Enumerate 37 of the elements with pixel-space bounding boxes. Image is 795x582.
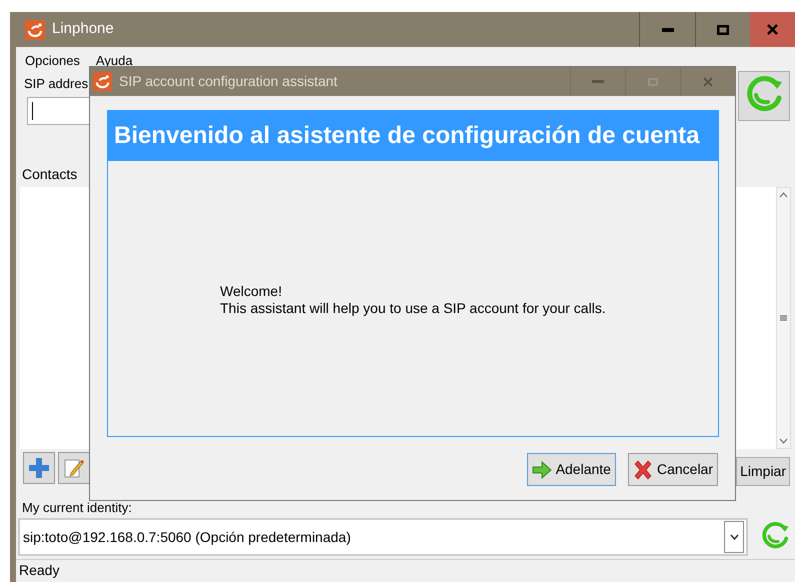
cross-icon [632, 460, 653, 480]
app-logo-icon [25, 20, 45, 40]
maximize-icon [648, 78, 658, 86]
welcome-text: Welcome! [220, 283, 283, 300]
cancel-button[interactable]: Cancelar [628, 453, 718, 486]
dialog-title: SIP account configuration assistant [119, 72, 338, 91]
menu-item[interactable]: Ayuda [96, 47, 133, 75]
next-button[interactable]: Adelante [526, 453, 616, 486]
dropdown-caret-icon [730, 534, 738, 540]
app-logo-icon [93, 72, 112, 91]
scroll-down-icon [779, 438, 788, 444]
scrollbar[interactable] [776, 187, 791, 449]
minimize-icon [592, 80, 604, 83]
identity-value: sip:toto@192.168.0.7:5060 (Opción predeterminada) [22, 528, 351, 547]
welcome-text: This assistant will help you to use a SIP account for your calls. [220, 300, 607, 317]
clear-button[interactable]: Limpiar [736, 457, 790, 486]
close-icon [703, 76, 713, 86]
scroll-grip-icon [780, 315, 787, 321]
window-title: Linphone [52, 19, 114, 40]
plus-icon [28, 457, 50, 479]
arrow-right-icon [532, 460, 552, 478]
scroll-up-icon [779, 192, 788, 198]
menu-item[interactable]: Opciones [25, 47, 80, 75]
add-contact-button[interactable] [23, 452, 55, 484]
identity-dropdown[interactable]: sip:toto@192.168.0.7:5060 (Opción predeterminada) [18, 518, 748, 556]
close-icon [767, 24, 778, 35]
maximize-icon [717, 24, 729, 34]
edit-contact-button[interactable] [58, 452, 90, 484]
pencil-note-icon [63, 457, 85, 479]
identity-label: My current identity: [22, 499, 133, 517]
contacts-label: Contacts [22, 165, 78, 183]
sip-address-label: SIP addres [24, 75, 88, 93]
minimize-icon [662, 28, 674, 32]
status-text: Ready [19, 562, 60, 578]
close-button[interactable] [750, 12, 795, 47]
dialog-heading: Bienvenido al asistente de configuración de cuenta [114, 121, 700, 151]
call-button[interactable] [738, 71, 790, 121]
